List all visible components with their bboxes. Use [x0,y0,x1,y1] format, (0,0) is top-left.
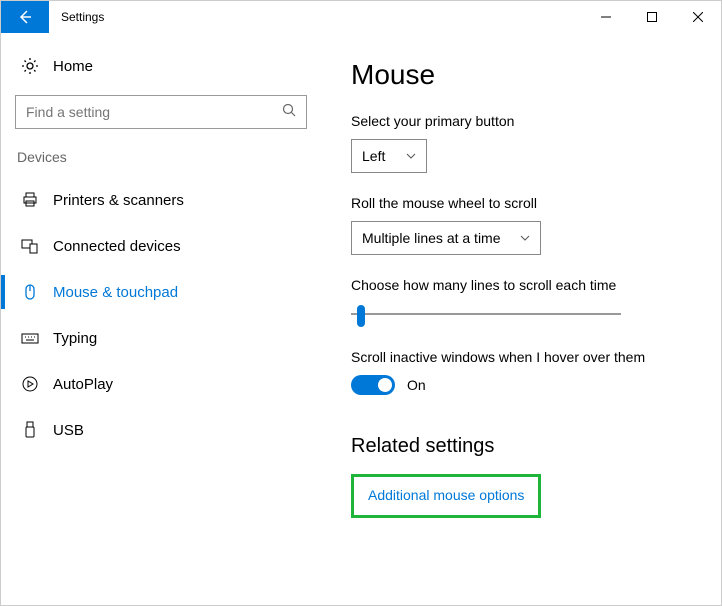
group-header: Devices [1,149,321,177]
nav-label: AutoPlay [53,376,113,393]
search-input[interactable] [15,95,307,129]
home-label: Home [53,58,93,75]
minimize-button[interactable] [583,1,629,33]
window-title: Settings [49,10,104,24]
nav-label: Typing [53,330,97,347]
lines-slider[interactable] [351,303,621,327]
roll-wheel-label: Roll the mouse wheel to scroll [351,195,691,211]
dropdown-value: Left [362,148,385,164]
mouse-icon [21,283,39,301]
page-title: Mouse [351,59,691,91]
home-nav[interactable]: Home [1,49,321,83]
main-content: Mouse Select your primary button Left Ro… [321,33,721,605]
maximize-button[interactable] [629,1,675,33]
nav-label: Mouse & touchpad [53,284,178,301]
autoplay-icon [21,375,39,393]
arrow-left-icon [17,9,33,25]
slider-thumb[interactable] [357,305,365,327]
toggle-state: On [407,377,426,393]
keyboard-icon [21,329,39,347]
inactive-windows-toggle[interactable] [351,375,395,395]
additional-mouse-options-link[interactable]: Additional mouse options [368,487,524,503]
slider-track [351,313,621,315]
sidebar-item-autoplay[interactable]: AutoPlay [1,361,321,407]
dropdown-value: Multiple lines at a time [362,230,501,246]
primary-button-dropdown[interactable]: Left [351,139,427,173]
window-controls [583,1,721,33]
usb-icon [21,421,39,439]
related-settings-title: Related settings [351,435,691,458]
sidebar-item-typing[interactable]: Typing [1,315,321,361]
titlebar: Settings [1,1,721,33]
gear-icon [21,57,39,75]
lines-scroll-label: Choose how many lines to scroll each tim… [351,277,691,293]
printer-icon [21,191,39,209]
roll-wheel-dropdown[interactable]: Multiple lines at a time [351,221,541,255]
toggle-knob [378,378,392,392]
primary-button-label: Select your primary button [351,113,691,129]
search-field[interactable] [26,104,282,120]
sidebar-item-printers[interactable]: Printers & scanners [1,177,321,223]
chevron-down-icon [406,151,416,162]
sidebar-item-usb[interactable]: USB [1,407,321,453]
inactive-windows-label: Scroll inactive windows when I hover ove… [351,349,691,365]
back-button[interactable] [1,1,49,33]
highlight-box: Additional mouse options [351,474,541,518]
search-icon [282,103,296,122]
close-button[interactable] [675,1,721,33]
chevron-down-icon [520,233,530,244]
devices-icon [21,237,39,255]
sidebar: Home Devices Printers & scanners Connect… [1,33,321,605]
nav-label: Printers & scanners [53,192,184,209]
nav-label: USB [53,422,84,439]
nav-label: Connected devices [53,238,181,255]
sidebar-item-mouse[interactable]: Mouse & touchpad [1,269,321,315]
sidebar-item-connected[interactable]: Connected devices [1,223,321,269]
